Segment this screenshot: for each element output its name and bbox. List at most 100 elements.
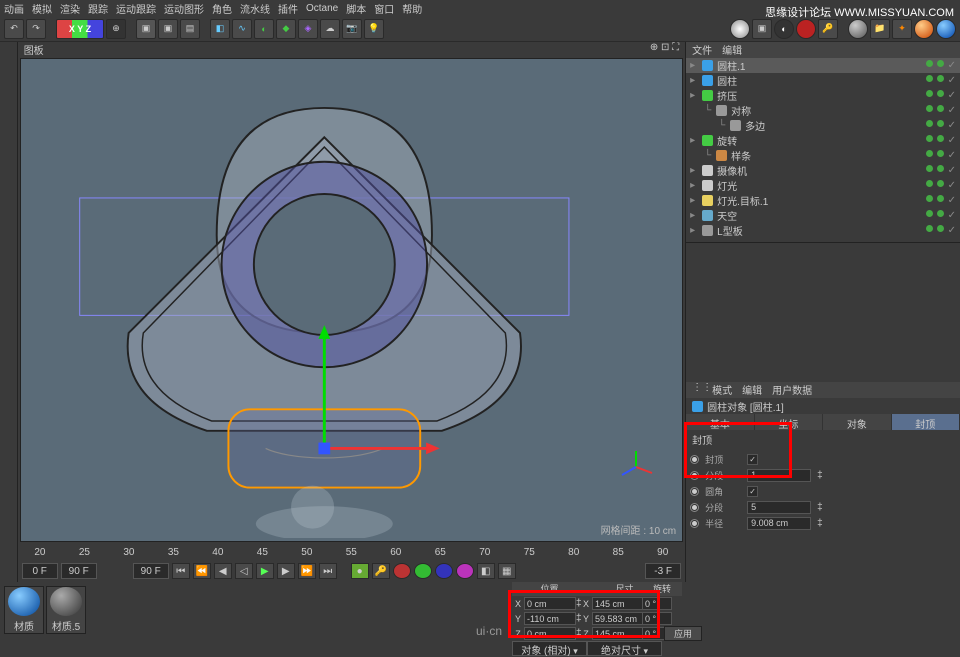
object-row[interactable]: ▸天空✓ [686,208,960,223]
expand-icon[interactable]: ▸ [690,195,698,206]
pos-Y-input[interactable] [524,612,576,625]
visibility-dot[interactable] [926,60,933,67]
expand-icon[interactable]: ▸ [690,180,698,191]
object-row[interactable]: ▸挤压✓ [686,88,960,103]
render-dot[interactable] [937,135,944,142]
prev-frame-button[interactable]: ◀ [214,563,232,579]
expand-icon[interactable]: ▸ [690,225,698,236]
material-manager[interactable]: 材质材质.5 [0,582,90,638]
size-Y-input[interactable] [592,612,644,625]
stepper-icon[interactable]: ‡ [817,518,823,529]
key-rot-button[interactable] [435,563,453,579]
object-row[interactable]: └样条✓ [686,148,960,163]
tab-basic[interactable]: 基本 [686,414,754,430]
content-browser-button[interactable]: 📁 [870,19,890,39]
render-settings-button[interactable]: ▤ [180,19,200,39]
expand-icon[interactable]: ▸ [690,90,698,101]
menu-item[interactable]: 跟踪 [88,1,108,16]
axis-xyz-button[interactable]: X Y Z [56,19,104,39]
menu-item[interactable]: 脚本 [346,1,366,16]
tab-coord[interactable]: 坐标 [755,414,823,430]
expand-icon[interactable]: └ [704,105,712,116]
key-pla-button[interactable]: ◧ [477,563,495,579]
expand-icon[interactable]: ▸ [690,75,698,86]
radius-input[interactable] [747,517,811,530]
material-swatch[interactable]: 材质.5 [46,586,86,634]
goto-end-button[interactable]: ⏭ [319,563,337,579]
expand-icon[interactable]: ▸ [690,135,698,146]
snap-button[interactable]: ▣ [752,19,772,39]
visibility-dot[interactable] [926,90,933,97]
attr-menu-userdata[interactable]: 用户数据 [772,382,812,398]
obj-menu-file[interactable]: 文件 [692,42,712,58]
expand-icon[interactable]: ▸ [690,210,698,221]
pos-Z-input[interactable] [524,627,576,640]
key-param-button[interactable] [456,563,474,579]
object-row[interactable]: ▸圆柱✓ [686,73,960,88]
record-button[interactable]: ● [351,563,369,579]
object-tree[interactable]: ▸圆柱.1✓▸圆柱✓▸挤压✓└对称✓└多边✓▸旋转✓└样条✓▸摄像机✓▸灯光✓▸… [686,58,960,242]
mode-button[interactable]: ◐ [774,19,794,39]
tab-caps[interactable]: 封顶 [892,414,960,430]
key-options-button[interactable]: ▦ [498,563,516,579]
redo-button[interactable]: ↷ [26,19,46,39]
material-swatch[interactable]: 材质 [4,586,44,634]
menu-item[interactable]: 模拟 [32,1,52,16]
menu-item[interactable]: 帮助 [402,1,422,16]
menu-item[interactable]: 流水线 [240,1,270,16]
timeline-ruler[interactable]: 202530354045505560657075808590 [18,544,685,560]
display-button[interactable] [730,19,750,39]
mat-preview-button[interactable] [848,19,868,39]
undo-button[interactable]: ↶ [4,19,24,39]
seg1-input[interactable] [747,469,811,482]
visibility-dot[interactable] [926,210,933,217]
menu-item[interactable]: Octane [306,3,338,14]
cube-primitive-button[interactable]: ◧ [210,19,230,39]
obj-menu-edit[interactable]: 编辑 [722,42,742,58]
render-region-button[interactable]: ▣ [158,19,178,39]
coord-size-mode-select[interactable]: 绝对尺寸 ▾ [587,641,662,656]
visibility-dot[interactable] [926,120,933,127]
object-row[interactable]: └多边✓ [686,118,960,133]
octane-live-button[interactable] [914,19,934,39]
expand-icon[interactable]: └ [704,150,712,161]
tab-object[interactable]: 对象 [823,414,891,430]
spline-button[interactable]: ∿ [232,19,252,39]
rot-Y-input[interactable] [642,612,672,625]
visibility-dot[interactable] [926,105,933,112]
menu-item[interactable]: 角色 [212,1,232,16]
visibility-dot[interactable] [926,180,933,187]
object-row[interactable]: ▸旋转✓ [686,133,960,148]
pos-X-input[interactable] [524,597,576,610]
menu-item[interactable]: 渲染 [60,1,80,16]
key-button[interactable] [796,19,816,39]
expand-icon[interactable]: ▸ [690,165,698,176]
octane-button[interactable]: ✦ [892,19,912,39]
apply-button[interactable]: 应用 [664,626,702,641]
render-dot[interactable] [937,210,944,217]
generator-button[interactable]: ◆ [276,19,296,39]
menu-item[interactable]: 运动图形 [164,1,204,16]
viewport[interactable]: 网格间距 : 10 cm [20,58,683,542]
environment-button[interactable]: ☁ [320,19,340,39]
coord-mode-select[interactable]: 对象 (相对) ▾ [512,641,587,656]
current-frame-input[interactable] [61,563,97,579]
menu-item[interactable]: 插件 [278,1,298,16]
camera-button[interactable]: 📷 [342,19,362,39]
render-dot[interactable] [937,195,944,202]
attr-menu-edit[interactable]: 编辑 [742,382,762,398]
render-dot[interactable] [937,150,944,157]
visibility-dot[interactable] [926,150,933,157]
current-frame-input-2[interactable] [133,563,169,579]
object-row[interactable]: ▸灯光✓ [686,178,960,193]
stepper-icon[interactable]: ‡ [817,470,823,481]
deformer-button[interactable]: ◈ [298,19,318,39]
play-back-button[interactable]: ◁ [235,563,253,579]
object-row[interactable]: └对称✓ [686,103,960,118]
next-key-button[interactable]: ⏩ [298,563,316,579]
play-button[interactable]: ▶ [256,563,274,579]
visibility-dot[interactable] [926,225,933,232]
visibility-dot[interactable] [926,75,933,82]
viewport-controls[interactable]: ⊕ ⊡ ⛶ [650,42,679,56]
size-X-input[interactable] [592,597,644,610]
